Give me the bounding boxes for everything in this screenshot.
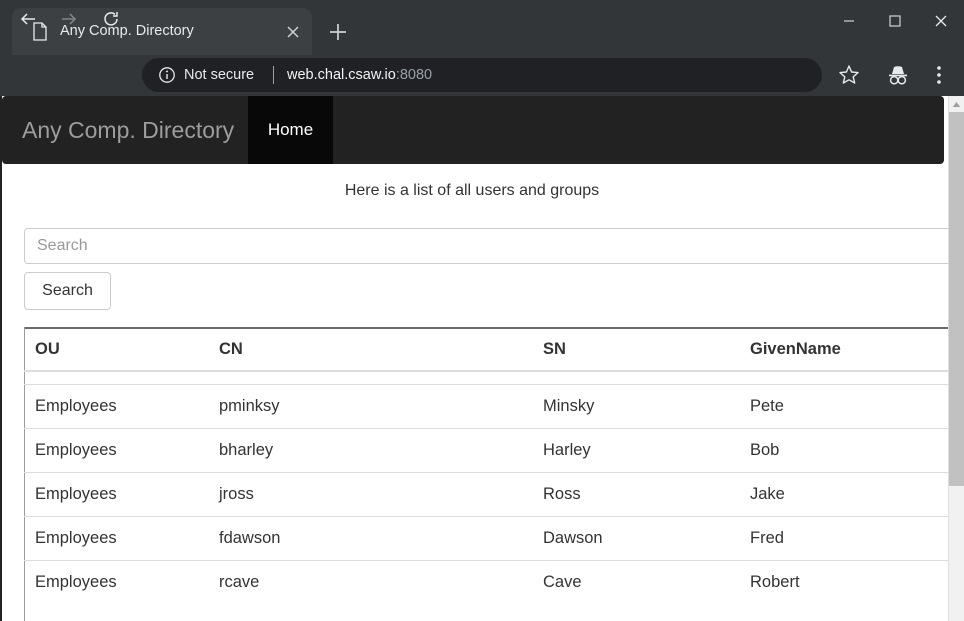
url-port: :8080 (395, 67, 433, 83)
site-navbar: Any Comp. Directory Home (2, 96, 944, 164)
cell-givenname: Fred (739, 516, 964, 561)
minimize-icon (843, 14, 855, 32)
url-text: web.chal.csaw.io:8080 (287, 58, 432, 92)
omnibox-divider (273, 66, 274, 84)
search-button[interactable]: Search (24, 272, 111, 310)
tab-strip: Any Comp. Directory (0, 0, 964, 55)
info-circle-icon[interactable] (158, 66, 176, 84)
reload-icon (101, 9, 121, 34)
new-tab-button[interactable] (324, 18, 352, 46)
cell-sn: Cave (532, 560, 739, 604)
search-input[interactable] (24, 228, 964, 264)
url-host: web.chal.csaw.io (287, 67, 396, 83)
forward-button[interactable] (55, 7, 83, 35)
cell-sn: Dawson (532, 516, 739, 561)
table-row: Employees jross Ross Jake (24, 472, 964, 517)
cell-cn: fdawson (208, 516, 532, 561)
window-controls (826, 0, 964, 46)
arrow-right-icon (59, 9, 79, 34)
cell-cn: pminksy (208, 384, 532, 429)
cell-givenname: Bob (739, 428, 964, 473)
table-spacer-row (24, 371, 964, 385)
cell-ou: Employees (24, 516, 208, 561)
table-header-row: OU CN SN GivenName (24, 329, 964, 372)
address-bar[interactable]: Not secure web.chal.csaw.io:8080 (142, 58, 822, 92)
column-header-sn: SN (532, 329, 739, 372)
cell-cn: bharley (208, 428, 532, 473)
browser-chrome: Any Comp. Directory Not secure web.chal.… (0, 0, 964, 96)
column-header-cn: CN (208, 329, 532, 372)
incognito-icon (885, 66, 911, 91)
column-header-ou: OU (24, 329, 208, 372)
cell-sn: Harley (532, 428, 739, 473)
cell-ou: Employees (24, 560, 208, 604)
cell-cn: jross (208, 472, 532, 517)
table-row: Employees fdawson Dawson Fred (24, 516, 964, 561)
close-icon[interactable] (283, 22, 303, 42)
arrow-left-icon (18, 9, 38, 34)
vertical-scrollbar[interactable] (948, 96, 964, 621)
table-row: Employees bharley Harley Bob (24, 428, 964, 473)
navbar-brand[interactable]: Any Comp. Directory (22, 96, 234, 164)
page-lead-text: Here is a list of all users and groups (344, 182, 600, 199)
maximize-button[interactable] (872, 0, 918, 46)
scrollbar-thumb[interactable] (949, 112, 964, 486)
triangle-up-icon (952, 95, 961, 113)
maximize-icon (889, 14, 901, 32)
cell-givenname: Jake (739, 472, 964, 517)
column-header-givenname: GivenName (739, 329, 964, 372)
browser-menu-button[interactable] (928, 62, 950, 88)
reload-button[interactable] (97, 7, 125, 35)
cell-sn: Minsky (532, 384, 739, 429)
minimize-button[interactable] (826, 0, 872, 46)
back-button[interactable] (14, 7, 42, 35)
cell-givenname: Robert (739, 560, 964, 604)
directory-table: OU CN SN GivenName Employees pminksy Min (24, 329, 964, 604)
bookmark-button[interactable] (836, 62, 862, 88)
table-body: Employees pminksy Minsky Pete Employees … (24, 371, 964, 604)
table-head: OU CN SN GivenName (24, 329, 964, 372)
cell-ou: Employees (24, 472, 208, 517)
directory-table-wrapper: OU CN SN GivenName Employees pminksy Min (24, 329, 964, 604)
table-row: Employees pminksy Minsky Pete (24, 384, 964, 429)
three-dots-vertical-icon (928, 66, 950, 92)
scrollbar-up-button[interactable] (949, 96, 964, 112)
page-left-edge (0, 96, 2, 621)
table-row: Employees rcave Cave Robert (24, 560, 964, 604)
cell-ou: Employees (24, 384, 208, 429)
page-viewport: Any Comp. Directory Home Here is a list … (0, 96, 964, 621)
nav-item-label: Home (267, 120, 314, 139)
incognito-indicator[interactable] (885, 63, 911, 87)
cell-sn: Ross (532, 472, 739, 517)
cell-givenname: Pete (739, 384, 964, 429)
close-icon (934, 14, 948, 33)
plus-icon (324, 24, 352, 50)
security-status-label: Not secure (184, 67, 255, 83)
browser-window: Any Comp. Directory Not secure web.chal.… (0, 0, 964, 621)
cell-ou: Employees (24, 428, 208, 473)
star-icon (836, 65, 862, 92)
cell-cn: rcave (208, 560, 532, 604)
nav-item-home[interactable]: Home (248, 96, 333, 164)
close-window-button[interactable] (918, 0, 964, 46)
